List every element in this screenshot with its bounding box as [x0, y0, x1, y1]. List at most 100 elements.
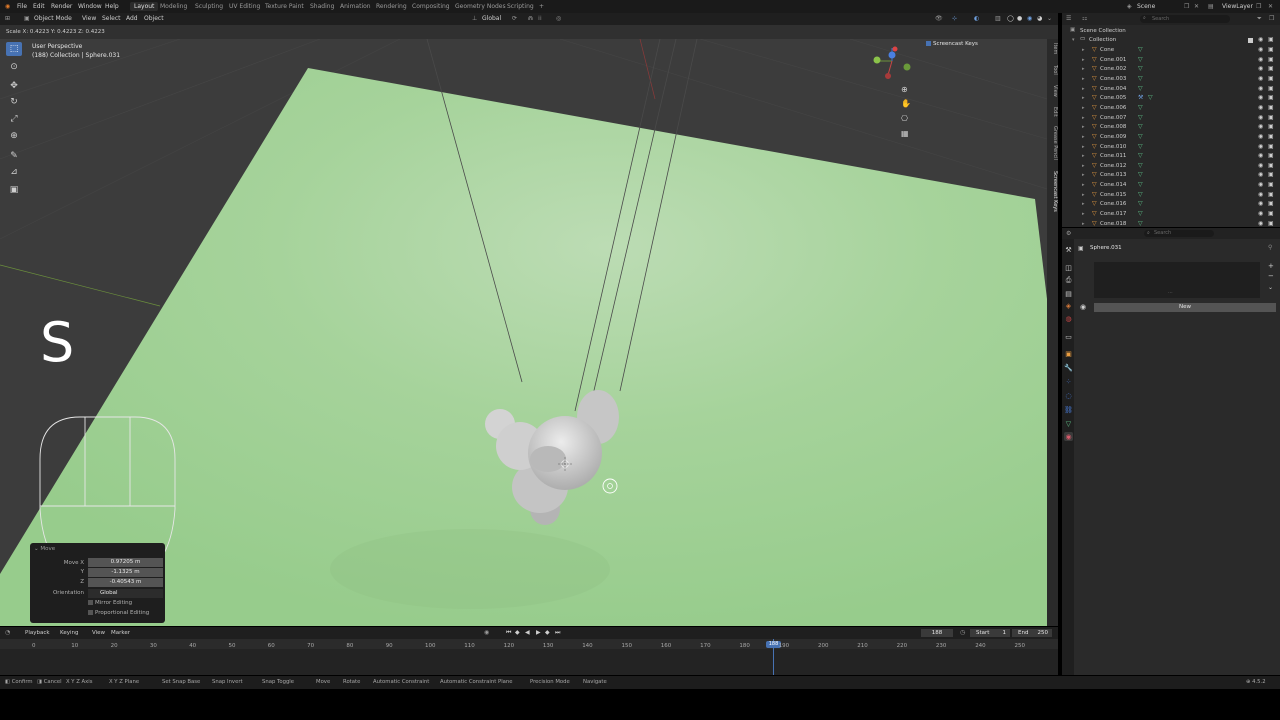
next-key-icon[interactable]: ◆ — [545, 629, 550, 636]
outliner-item[interactable]: ▸ ▽ Cone.002 ▽ ◉ ▣ — [1062, 65, 1280, 75]
collection-tab-icon[interactable]: ▭ — [1064, 332, 1073, 341]
tab-texture-paint[interactable]: Texture Paint — [265, 3, 304, 10]
scene-copy-icon[interactable]: ❐ — [1184, 3, 1189, 10]
viewlayer-copy-icon[interactable]: ❐ — [1256, 3, 1261, 10]
sidebar-tab-item[interactable]: Item — [1047, 43, 1058, 54]
outliner-item[interactable]: ▸ ▽ Cone.006 ▽ ◉ ▣ — [1062, 104, 1280, 114]
eye-icon[interactable]: ◉ — [1258, 220, 1263, 227]
menu-playback[interactable]: Playback — [25, 630, 50, 636]
outliner-item[interactable]: ▸ ▽ Cone.003 ▽ ◉ ▣ — [1062, 75, 1280, 85]
expand-icon[interactable]: ▸ — [1082, 144, 1085, 150]
add-cube-tool-icon[interactable]: ▣ — [6, 183, 22, 197]
play-icon[interactable]: ▶ — [536, 629, 541, 636]
eye-icon[interactable]: ◉ — [1258, 56, 1263, 63]
tab-rendering[interactable]: Rendering — [376, 3, 407, 10]
render-tab-icon[interactable]: ◫ — [1064, 263, 1073, 272]
eye-icon[interactable]: ◉ — [1258, 75, 1263, 82]
measure-tool-icon[interactable]: ⊿ — [6, 165, 22, 179]
shading-options-icon[interactable]: ⌄ — [1047, 15, 1052, 22]
add-workspace-icon[interactable]: + — [539, 3, 544, 10]
outliner-item[interactable]: ▸ ▽ Cone.016 ▽ ◉ ▣ — [1062, 200, 1280, 210]
shading-wireframe-icon[interactable]: ◯ — [1007, 15, 1014, 22]
outliner-item[interactable]: ▸ ▽ Cone.012 ▽ ◉ ▣ — [1062, 162, 1280, 172]
expand-icon[interactable]: ▸ — [1082, 163, 1085, 169]
expand-icon[interactable]: ▸ — [1082, 115, 1085, 121]
outliner-item[interactable]: ▸ ▽ Cone.009 ▽ ◉ ▣ — [1062, 133, 1280, 143]
expand-icon[interactable]: ▾ — [1072, 37, 1075, 43]
outliner-item[interactable]: ▸ ▽ Cone ▽ ◉ ▣ — [1062, 46, 1280, 56]
gizmo-x-axis-icon[interactable] — [892, 46, 898, 52]
pin-icon[interactable]: ⚲ — [1268, 244, 1272, 251]
eye-icon[interactable]: ◉ — [1258, 94, 1263, 101]
outliner-item[interactable]: ▸ ▽ Cone.004 ▽ ◉ ▣ — [1062, 85, 1280, 95]
add-slot-icon[interactable]: + — [1268, 262, 1274, 270]
snap-target-icon[interactable]: ⁞⁞ — [538, 15, 542, 22]
sidebar-tab-tool[interactable]: Tool — [1047, 65, 1058, 75]
expand-icon[interactable]: ▸ — [1082, 76, 1085, 82]
camera-icon[interactable]: ▣ — [1268, 152, 1274, 159]
menu-window[interactable]: Window — [78, 3, 102, 10]
tab-geometry-nodes[interactable]: Geometry Nodes — [455, 3, 506, 10]
outliner-editor-icon[interactable]: ☰ — [1066, 15, 1071, 22]
menu-view[interactable]: View — [82, 15, 96, 22]
jump-end-icon[interactable]: ⏭ — [555, 629, 560, 637]
viewlayer-name[interactable]: ViewLayer — [1222, 3, 1253, 10]
outliner-search[interactable]: ⌕ Search — [1140, 15, 1230, 23]
eye-icon[interactable]: ◉ — [1258, 210, 1263, 217]
snap-icon[interactable]: ⋒ — [528, 15, 533, 22]
camera-icon[interactable]: ▣ — [1268, 143, 1274, 150]
expand-icon[interactable]: ▸ — [1082, 192, 1085, 198]
view-layer-tab-icon[interactable]: ▤ — [1064, 289, 1073, 298]
clock-icon[interactable]: ◷ — [960, 629, 965, 636]
camera-icon[interactable]: ▣ — [1268, 114, 1274, 121]
menu-view-timeline[interactable]: View — [92, 630, 105, 636]
camera-icon[interactable]: ▣ — [1268, 104, 1274, 111]
gizmo-neg-x-icon[interactable] — [885, 73, 891, 79]
timeline-editor-icon[interactable]: ◔ — [5, 629, 10, 636]
resize-handle-icon[interactable]: ⋯ — [1168, 290, 1173, 296]
output-tab-icon[interactable]: ⎙ — [1064, 276, 1073, 285]
material-tab-icon[interactable]: ◉ — [1064, 432, 1073, 441]
move-y-field[interactable]: -1.1325 m — [88, 568, 163, 577]
eye-icon[interactable]: ◉ — [1258, 143, 1263, 150]
world-tab-icon[interactable]: ◍ — [1064, 314, 1073, 323]
menu-object[interactable]: Object — [144, 15, 164, 22]
perspective-toggle-icon[interactable]: ▦ — [901, 129, 909, 138]
menu-edit[interactable]: Edit — [33, 3, 45, 10]
collapse-chevron-icon[interactable]: ⌄ — [34, 546, 39, 552]
expand-icon[interactable]: ▸ — [1082, 211, 1085, 217]
camera-icon[interactable]: ▣ — [1268, 36, 1274, 43]
tab-uv-editing[interactable]: UV Editing — [229, 3, 260, 10]
menu-marker[interactable]: Marker — [111, 630, 130, 636]
outliner-collection[interactable]: ▾ ▭ Collection ◉ ▣ — [1062, 36, 1280, 46]
material-slot-list[interactable] — [1094, 262, 1260, 298]
outliner-item[interactable]: ▸ ▽ Cone.008 ▽ ◉ ▣ — [1062, 123, 1280, 133]
expand-icon[interactable]: ▸ — [1082, 95, 1085, 101]
menu-select[interactable]: Select — [102, 15, 121, 22]
end-frame-field[interactable]: End 250 — [1012, 629, 1052, 637]
eye-icon[interactable]: ◉ — [1258, 104, 1263, 111]
move-x-field[interactable]: 0.97205 m — [88, 558, 163, 567]
pan-hand-icon[interactable]: ✋ — [901, 99, 911, 108]
scale-tool-icon[interactable]: ⤢ — [6, 112, 22, 126]
expand-icon[interactable]: ▸ — [1082, 47, 1085, 53]
jump-start-icon[interactable]: ⏮ — [506, 629, 511, 637]
camera-icon[interactable]: ▣ — [1268, 65, 1274, 72]
camera-icon[interactable]: ▣ — [1268, 75, 1274, 82]
eye-icon[interactable]: ◉ — [1258, 181, 1263, 188]
tab-sculpting[interactable]: Sculpting — [195, 3, 223, 10]
mirror-editing-checkbox[interactable]: Mirror Editing — [88, 600, 132, 606]
mode-dropdown[interactable]: Object Mode — [34, 15, 72, 22]
proportional-editing-checkbox[interactable]: Proportional Editing — [88, 610, 149, 616]
expand-icon[interactable]: ▸ — [1082, 221, 1085, 227]
select-box-tool-icon[interactable]: ⬚ — [6, 42, 22, 56]
tab-scripting[interactable]: Scripting — [507, 3, 534, 10]
slot-menu-icon[interactable]: ⌄ — [1268, 284, 1273, 291]
proportional-edit-icon[interactable]: ◎ — [556, 15, 561, 22]
expand-icon[interactable]: ▸ — [1082, 86, 1085, 92]
tab-layout[interactable]: Layout — [130, 2, 159, 11]
menu-file[interactable]: File — [17, 3, 27, 10]
eye-icon[interactable]: ◉ — [1258, 171, 1263, 178]
eye-icon[interactable]: ◉ — [1258, 133, 1263, 140]
tab-compositing[interactable]: Compositing — [412, 3, 450, 10]
